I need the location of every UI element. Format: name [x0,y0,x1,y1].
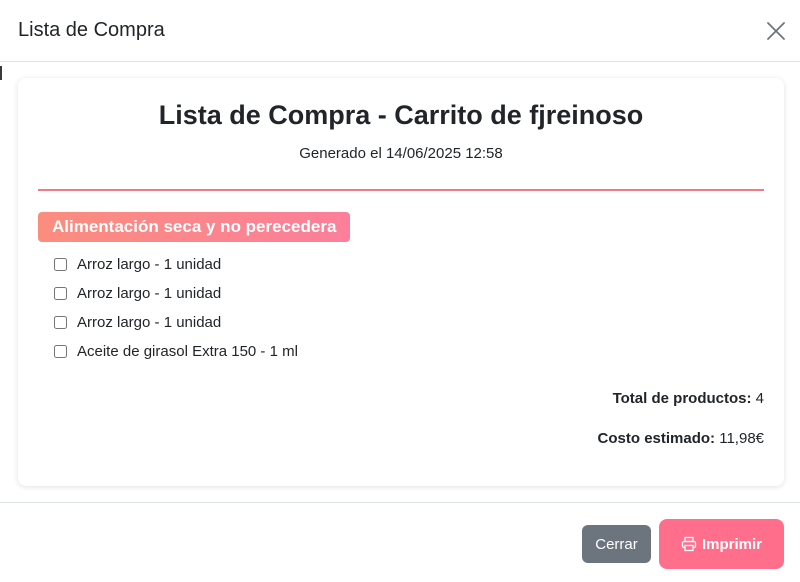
shopping-list-card: Lista de Compra - Carrito de fjreinoso G… [18,78,784,486]
item-checkbox[interactable] [54,344,67,358]
category-badge: Alimentación seca y no perecedera [38,212,351,242]
modal-footer: Cerrar Imprimir [0,502,800,582]
item-checkbox[interactable] [54,286,67,300]
close-icon[interactable] [764,19,788,43]
cost-value: 11,98€ [719,430,764,447]
list-item[interactable]: Arroz largo - 1 unidad [54,283,221,303]
list-item[interactable]: Arroz largo - 1 unidad [54,312,221,332]
item-label: Arroz largo - 1 unidad [77,313,222,331]
estimated-cost: Costo estimado: 11,98€ [598,430,764,447]
modal-title: Lista de Compra [18,19,165,41]
total-value: 4 [755,390,764,407]
list-title: Lista de Compra - Carrito de fjreinoso [158,100,644,130]
shopping-list-modal: Lista de Compra Lista de Compra - Carrit… [0,0,800,582]
modal-header: Lista de Compra [0,0,800,62]
total-products: Total de productos: 4 [613,390,764,407]
item-label: Aceite de girasol Extra 150 - 1 ml [77,342,298,360]
divider [38,189,764,191]
cost-label: Costo estimado: [597,430,716,447]
list-item[interactable]: Arroz largo - 1 unidad [54,254,221,274]
cerrar-button[interactable]: Cerrar [582,525,651,563]
item-label: Arroz largo - 1 unidad [77,255,222,273]
total-label: Total de productos: [612,390,752,407]
item-checkbox[interactable] [54,315,67,329]
list-item[interactable]: Aceite de girasol Extra 150 - 1 ml [54,341,298,361]
background-edge [0,66,2,80]
printer-icon [681,536,697,552]
print-button[interactable]: Imprimir [659,519,784,569]
item-checkbox[interactable] [54,257,67,271]
item-label: Arroz largo - 1 unidad [77,284,222,302]
print-label: Imprimir [701,535,762,553]
generated-date: Generado el 14/06/2025 12:58 [299,145,503,162]
